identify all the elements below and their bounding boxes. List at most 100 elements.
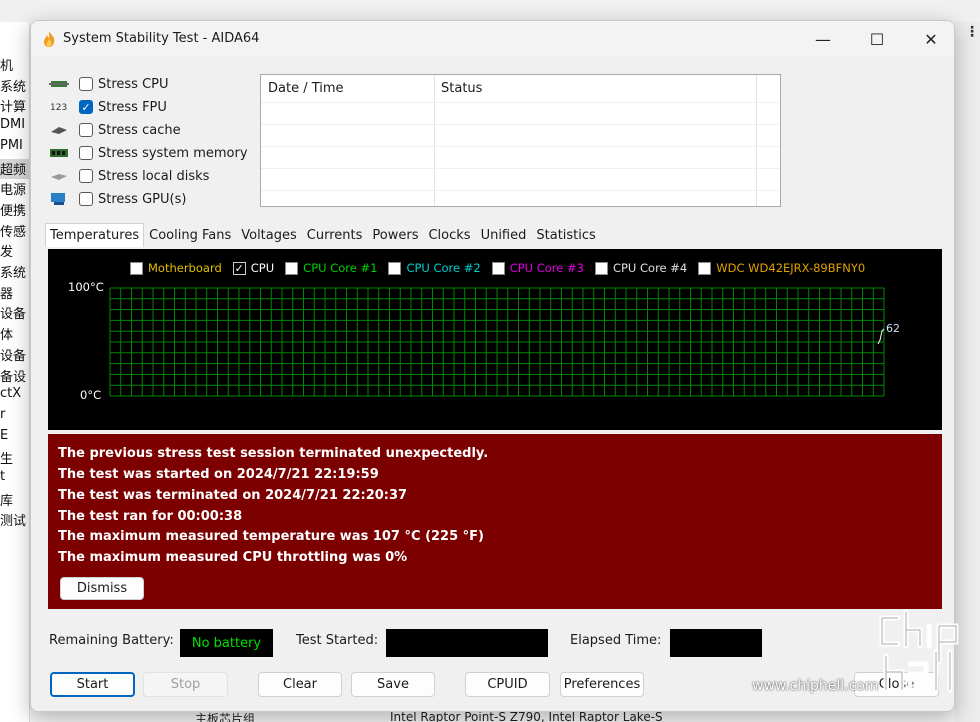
stress-checkbox[interactable] <box>79 77 93 91</box>
stress-option-stress-gpu-s[interactable]: Stress GPU(s) <box>49 188 186 210</box>
y-axis-min-label: 0°C <box>80 388 102 402</box>
legend-item[interactable]: Motherboard <box>130 261 222 275</box>
background-tree-item[interactable]: 器 <box>0 283 13 303</box>
legend-item[interactable]: CPU <box>232 261 274 275</box>
maximize-button[interactable]: ☐ <box>854 21 900 57</box>
background-tree-item[interactable]: 生 <box>0 448 13 468</box>
stress-checkbox[interactable] <box>79 100 93 114</box>
background-tree-item[interactable]: 便携 <box>0 200 26 220</box>
stress-option-label: Stress GPU(s) <box>98 191 187 207</box>
battery-label: Remaining Battery: <box>49 633 174 648</box>
column-header-datetime[interactable]: Date / Time <box>261 75 344 102</box>
legend-item[interactable]: CPU Core #1 <box>285 261 377 275</box>
stress-option-stress-cache[interactable]: Stress cache <box>49 119 181 141</box>
start-button[interactable]: Start <box>50 672 135 697</box>
tab-cooling-fans[interactable]: Cooling Fans <box>144 223 237 247</box>
svg-text:123: 123 <box>50 103 67 113</box>
background-tree-item[interactable]: DMI <box>0 117 25 137</box>
table-row <box>261 146 780 147</box>
legend-checkbox[interactable] <box>594 261 608 275</box>
stress-option-label: Stress FPU <box>98 99 167 115</box>
battery-value: No battery <box>180 629 273 657</box>
legend-item[interactable]: CPU Core #4 <box>594 261 687 275</box>
background-tree-item[interactable]: 备设 <box>0 366 26 386</box>
chiphell-watermark-text: www.chiphell.com <box>752 678 879 694</box>
stress-option-stress-system-memory[interactable]: Stress system memory <box>49 142 248 164</box>
minimize-icon: — <box>815 29 831 49</box>
background-tree-item[interactable]: 超频 <box>0 158 29 179</box>
stress-checkbox[interactable] <box>79 169 93 183</box>
legend-checkbox[interactable] <box>130 261 143 275</box>
legend-item[interactable]: CPU Core #2 <box>388 261 481 275</box>
elapsed-time-value <box>670 629 762 657</box>
table-row <box>261 102 780 103</box>
background-tree-item[interactable]: 测试 <box>0 510 26 530</box>
legend-checkbox[interactable] <box>285 261 299 275</box>
warning-panel: The previous stress test session termina… <box>48 434 942 609</box>
cpuid-button[interactable]: CPUID <box>465 672 550 697</box>
sensor-tabs: Temperatures Cooling Fans Voltages Currents… <box>45 223 601 247</box>
stress-option-stress-local-disks[interactable]: Stress local disks <box>49 165 209 187</box>
minimize-button[interactable]: — <box>800 21 846 57</box>
background-tree-item[interactable]: 发 <box>0 241 13 261</box>
background-tree-item[interactable]: 系统 <box>0 76 26 96</box>
log-table[interactable]: Date / Time Status <box>260 74 781 207</box>
background-tree-item[interactable]: 设备 <box>0 303 26 323</box>
background-bottom-col2: Intel Raptor Point-S Z790, Intel Raptor … <box>390 712 663 722</box>
stress-option-stress-cpu[interactable]: Stress CPU <box>49 73 169 95</box>
cpu-chip-icon <box>49 77 69 91</box>
legend-checkbox[interactable] <box>491 261 505 275</box>
close-icon: ✕ <box>924 29 938 49</box>
background-tree-item[interactable]: 机 <box>0 55 13 75</box>
background-tree-item[interactable]: 库 <box>0 490 13 510</box>
tab-unified[interactable]: Unified <box>475 223 532 247</box>
clear-button[interactable]: Clear <box>258 672 342 697</box>
tab-statistics[interactable]: Statistics <box>531 223 601 247</box>
tab-currents[interactable]: Currents <box>301 223 368 247</box>
preferences-button[interactable]: Preferences <box>560 672 644 697</box>
table-row <box>261 124 780 125</box>
background-tree-item[interactable]: t <box>0 469 5 489</box>
disk-drive-icon <box>49 169 69 183</box>
background-tree-item[interactable]: ctX <box>0 386 21 406</box>
y-axis-max-label: 100°C <box>68 280 104 294</box>
test-started-label: Test Started: <box>296 633 379 648</box>
legend-label: CPU Core #1 <box>303 261 378 275</box>
legend-checkbox[interactable] <box>698 261 712 275</box>
legend-checkbox[interactable] <box>388 261 402 275</box>
stress-checkbox[interactable] <box>79 192 93 206</box>
close-window-button[interactable]: ✕ <box>908 21 954 57</box>
background-tree-item[interactable]: PMI <box>0 138 23 158</box>
fpu-123-icon: 123 <box>49 100 69 114</box>
memory-module-icon <box>49 146 69 160</box>
temperature-graph: Motherboard CPU CPU Core #1 CPU Core #2 CPU … <box>48 249 942 430</box>
background-tree-item[interactable]: 计算 <box>0 96 26 116</box>
tab-clocks[interactable]: Clocks <box>423 223 476 247</box>
background-tree-item[interactable]: 体 <box>0 324 13 344</box>
tab-voltages[interactable]: Voltages <box>236 223 302 247</box>
stress-checkbox[interactable] <box>79 123 93 137</box>
stress-option-stress-fpu[interactable]: 123 Stress FPU <box>49 96 167 118</box>
column-divider <box>756 75 757 206</box>
save-button[interactable]: Save <box>351 672 435 697</box>
title-bar[interactable]: System Stability Test - AIDA64 — ☐ ✕ <box>31 21 954 57</box>
test-started-value <box>386 629 548 657</box>
legend-item[interactable]: WDC WD42EJRX-89BFNY0 <box>698 261 865 275</box>
background-tree-item[interactable]: 系统 <box>0 262 26 282</box>
tab-temperatures[interactable]: Temperatures <box>45 223 145 247</box>
background-tree-item[interactable]: 电源 <box>0 179 26 199</box>
background-tree-item[interactable]: 设备 <box>0 345 26 365</box>
chiphell-watermark-logo <box>879 609 959 693</box>
stress-checkbox[interactable] <box>79 146 93 160</box>
legend-item[interactable]: CPU Core #3 <box>491 261 584 275</box>
background-tree-item[interactable]: E <box>0 428 8 448</box>
dismiss-button[interactable]: Dismiss <box>60 577 144 600</box>
background-tree-item[interactable]: r <box>0 407 5 427</box>
background-tree-item[interactable]: 传感 <box>0 221 26 241</box>
stop-button[interactable]: Stop <box>143 672 228 697</box>
cache-chip-icon <box>49 123 69 137</box>
legend-checkbox[interactable] <box>232 261 246 275</box>
more-options-icon[interactable]: ⋮ <box>965 24 979 40</box>
column-header-status[interactable]: Status <box>434 75 482 102</box>
tab-powers[interactable]: Powers <box>367 223 424 247</box>
